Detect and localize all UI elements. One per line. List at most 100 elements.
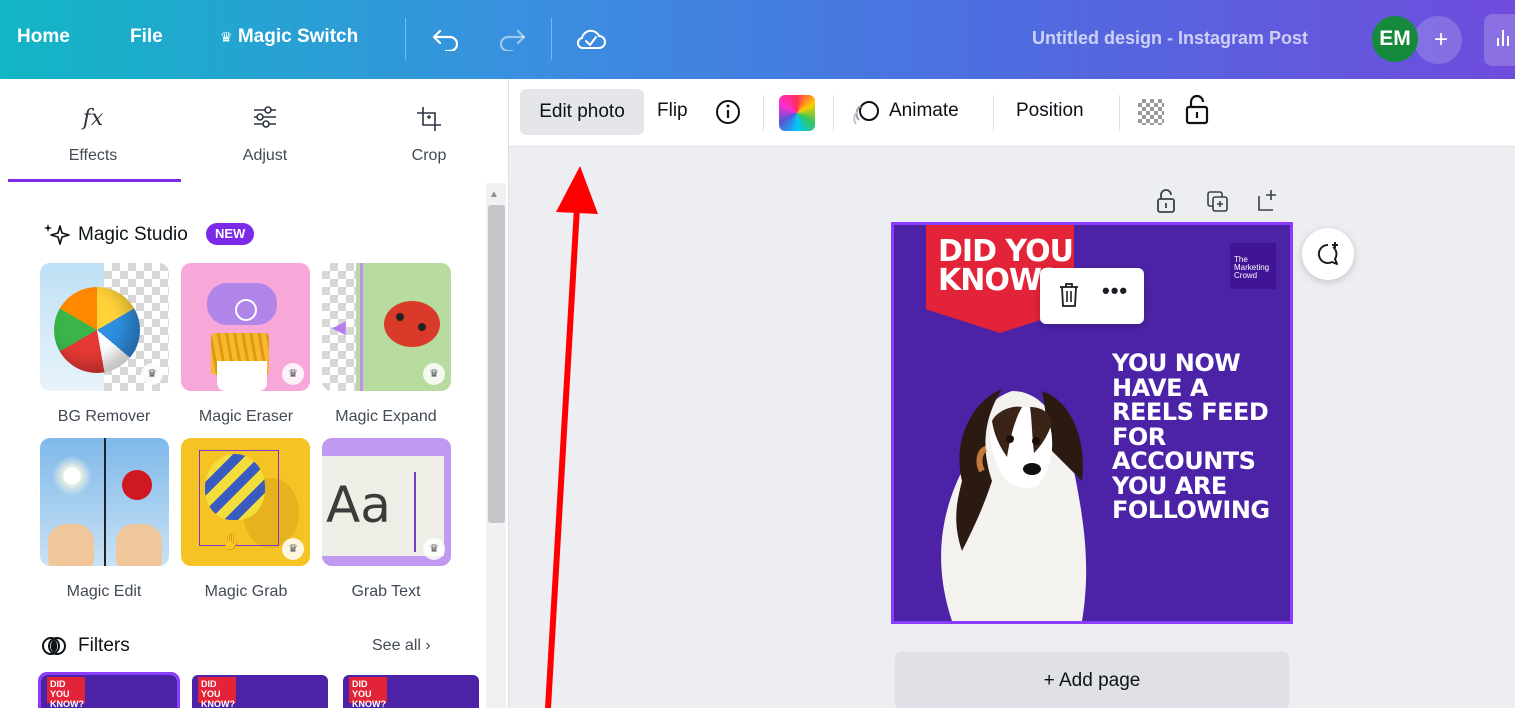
hot-air-balloon xyxy=(205,454,265,520)
hand-left xyxy=(48,524,94,566)
add-collaborator-button[interactable]: + xyxy=(1414,16,1462,64)
ladybug-spot xyxy=(418,323,426,331)
fries-box xyxy=(217,361,267,391)
thumb-banner: DID YOU KNOW? xyxy=(198,677,236,708)
divider xyxy=(1119,95,1120,131)
fx-icon: fx xyxy=(82,106,104,131)
filters-icon xyxy=(42,637,66,655)
tab-crop[interactable]: Crop xyxy=(354,79,504,183)
color-picker-swatch[interactable] xyxy=(779,95,815,131)
white-flowers xyxy=(52,456,92,496)
tool-magic-expand[interactable]: ◀ ♛ xyxy=(322,263,451,391)
sliders-icon xyxy=(190,105,340,135)
logo-line: Crowd xyxy=(1234,271,1258,280)
tool-magic-grab[interactable]: ✋ ♛ xyxy=(181,438,310,566)
file-menu[interactable]: File xyxy=(130,26,163,48)
top-bar: Home File ♛ Magic Switch Untitled design… xyxy=(0,0,1515,79)
crop-icon xyxy=(354,105,504,139)
position-button[interactable]: Position xyxy=(1016,100,1084,122)
flip-button[interactable]: Flip xyxy=(657,100,688,122)
grab-hand-icon: ✋ xyxy=(221,534,241,551)
info-icon[interactable] xyxy=(714,98,742,126)
magic-switch-label: Magic Switch xyxy=(237,26,359,47)
ladybug xyxy=(384,301,440,347)
ladybug-spot xyxy=(396,313,404,321)
tab-label: Adjust xyxy=(242,147,288,164)
scroll-up-icon[interactable]: ▲ xyxy=(489,189,499,200)
add-page-button[interactable]: + Add page xyxy=(895,652,1289,708)
user-avatar[interactable]: EM xyxy=(1372,16,1418,62)
new-badge: NEW xyxy=(206,223,255,245)
cloud-saved-icon[interactable] xyxy=(575,24,607,52)
magic-switch-button[interactable]: ♛ Magic Switch xyxy=(220,26,358,48)
post-headline[interactable]: YOU NOW HAVE A REELS FEED FOR ACCOUNTS Y… xyxy=(1112,351,1270,523)
insights-button[interactable] xyxy=(1484,14,1515,66)
tab-effects[interactable]: fx Effects xyxy=(18,79,168,183)
sparkle-icon xyxy=(44,224,70,245)
split-line xyxy=(104,438,106,566)
lock-page-icon[interactable] xyxy=(1156,188,1176,214)
lock-icon[interactable] xyxy=(1184,93,1210,127)
tool-label: Magic Eraser xyxy=(198,408,294,425)
more-options-icon[interactable]: ••• xyxy=(1102,278,1128,304)
tool-bg-remover[interactable]: ♛ xyxy=(40,263,169,391)
tool-grab-text[interactable]: Aa ♛ xyxy=(322,438,451,566)
edit-photo-button[interactable]: Edit photo xyxy=(520,89,644,135)
animate-button[interactable]: Animate xyxy=(889,100,959,122)
tool-magic-edit[interactable] xyxy=(40,438,169,566)
undo-icon[interactable] xyxy=(432,27,460,51)
active-tab-indicator xyxy=(8,179,181,182)
see-all-filters-link[interactable]: See all › xyxy=(372,637,431,655)
redo-icon[interactable] xyxy=(498,27,526,51)
annotation-arrow xyxy=(545,166,598,708)
aa-glyph: Aa xyxy=(326,476,391,534)
see-all-label: See all xyxy=(372,637,421,654)
animate-icon[interactable] xyxy=(851,98,881,128)
tool-label: BG Remover xyxy=(57,408,151,425)
premium-crown-icon: ♛ xyxy=(423,363,445,385)
scrollbar-thumb[interactable] xyxy=(488,205,505,523)
crown-icon: ♛ xyxy=(220,29,233,45)
headline-line: FOR xyxy=(1112,422,1166,451)
context-toolbar: Edit photo Flip Animate Position xyxy=(509,79,1515,147)
home-button[interactable]: Home xyxy=(17,26,70,48)
tab-adjust[interactable]: Adjust xyxy=(190,79,340,183)
duplicate-page-icon[interactable] xyxy=(1206,190,1230,214)
comment-add-icon xyxy=(1317,242,1338,265)
expand-edge xyxy=(360,263,363,391)
chevron-right-icon: › xyxy=(425,637,431,654)
premium-crown-icon: ♛ xyxy=(141,363,163,385)
filter-thumbnail[interactable]: DID YOU KNOW? xyxy=(38,672,180,708)
eraser-cursor xyxy=(235,299,257,321)
banner-line: DID YOU xyxy=(938,234,1074,269)
transparency-icon[interactable] xyxy=(1138,99,1164,125)
headline-line: YOU NOW xyxy=(1112,349,1241,377)
headline-line: ACCOUNTS xyxy=(1112,447,1256,475)
brand-logo[interactable]: The Marketing Crowd xyxy=(1230,243,1276,289)
tool-magic-eraser[interactable]: ♛ xyxy=(181,263,310,391)
trash-icon[interactable] xyxy=(1058,282,1080,308)
tab-label: Crop xyxy=(411,147,447,164)
chart-icon xyxy=(1497,30,1509,46)
element-quick-menu: ••• xyxy=(1040,268,1144,324)
headline-line: HAVE A xyxy=(1112,373,1208,402)
red-rose xyxy=(122,470,152,500)
add-page-icon[interactable] xyxy=(1255,188,1281,214)
premium-crown-icon: ♛ xyxy=(282,538,304,560)
hand-right xyxy=(116,524,162,566)
arrow-left-icon: ◀ xyxy=(332,317,346,337)
thumb-banner: DID YOU KNOW? xyxy=(349,677,387,708)
document-title[interactable]: Untitled design - Instagram Post xyxy=(1032,28,1308,49)
premium-crown-icon: ♛ xyxy=(282,363,304,385)
headline-line: REELS FEED xyxy=(1112,398,1269,426)
tool-label: Magic Grab xyxy=(204,583,288,600)
beach-ball xyxy=(54,287,140,373)
divider xyxy=(993,95,994,131)
filter-thumbnail[interactable]: DID YOU KNOW? xyxy=(343,675,479,708)
dog-photo[interactable] xyxy=(922,361,1092,621)
divider xyxy=(405,18,406,60)
filter-thumbnail[interactable]: DID YOU KNOW? xyxy=(192,675,328,708)
filters-title: Filters xyxy=(78,635,130,656)
add-comment-button[interactable] xyxy=(1302,228,1354,280)
tool-label: Grab Text xyxy=(351,583,421,600)
